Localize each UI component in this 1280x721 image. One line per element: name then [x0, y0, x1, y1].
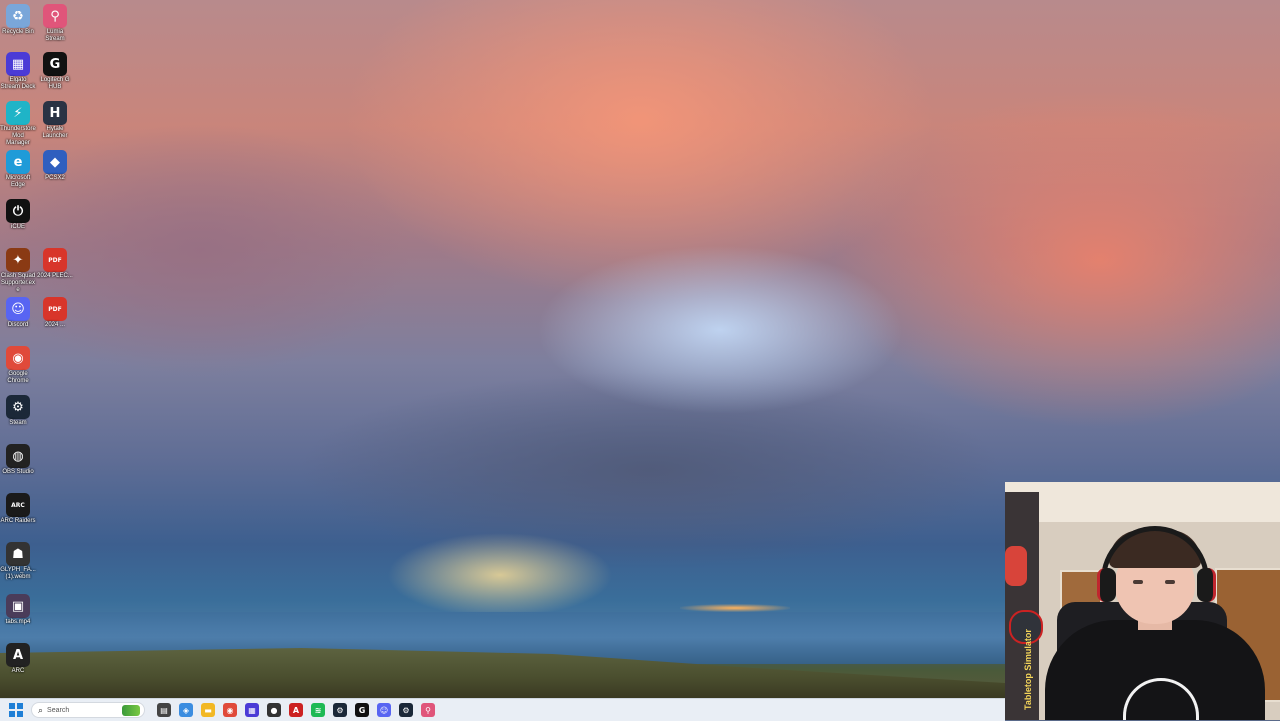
desktop-icon-label: Microsoft Edge [5, 175, 31, 188]
desktop-icon[interactable]: ♻ Recycle Bin [0, 4, 36, 36]
steam-icon[interactable]: ⚙ [399, 703, 413, 717]
steam-icon[interactable]: ⚙ [333, 703, 347, 717]
desktop-icon[interactable]: ⚙ Steam [0, 395, 36, 427]
desktop-icon-label: Logitech G HUB [40, 77, 70, 90]
discord-icon: ☺ [6, 297, 30, 321]
headset-earcup [1097, 568, 1116, 602]
desktop-icon-label: PCSX2 [45, 175, 65, 181]
desktop-icon[interactable]: ◆ PCSX2 [37, 150, 73, 182]
headset-icon [1101, 526, 1209, 586]
desktop-icon[interactable]: ☗ GLYPH_FA... (1).webm [0, 542, 36, 581]
webcam-figure [1005, 546, 1027, 586]
desktop-icon-label: Thunderstore Mod Manager [0, 126, 36, 146]
discord-icon[interactable]: ☺ [377, 703, 391, 717]
desktop-icon-label: 2024 PLEC... [37, 273, 73, 279]
desktop-icon-label: 2024 ... [44, 322, 65, 328]
logitech-g-icon[interactable]: G [355, 703, 369, 717]
desktop-icon-label: Hytale Launcher [42, 126, 68, 139]
desktop-icon[interactable]: ◍ OBS Studio [0, 444, 36, 476]
map-pin-icon[interactable]: ⚲ [421, 703, 435, 717]
recycle-bin-icon: ♻ [6, 4, 30, 28]
pdf-file-icon: PDF [43, 297, 67, 321]
desktop-icon[interactable]: PDF 2024 PLEC... [37, 248, 73, 280]
desktop-icon-label: ARC [11, 668, 25, 674]
desktop-icon[interactable]: ⏻ iCUE [0, 199, 36, 231]
desktop-icon-label: GLYPH_FA... (1).webm [0, 567, 36, 580]
desktop-icon-label: tabs.mp4 [5, 619, 31, 625]
desktop-icon[interactable]: ▣ tabs.mp4 [0, 594, 36, 626]
desktop-icon-label: Elgato Stream Deck [0, 77, 36, 90]
desktop-icon[interactable]: ⚡ Thunderstore Mod Manager [0, 101, 36, 147]
desktop-icon-label: ARC Raiders [0, 518, 36, 524]
file-explorer-icon[interactable]: ▬ [201, 703, 215, 717]
game-logo-icon: ✦ [6, 248, 30, 272]
desktop-icon[interactable]: PDF 2024 ... [37, 297, 73, 329]
video-file-icon: ☗ [6, 542, 30, 566]
desktop-icon-label: Recycle Bin [2, 29, 34, 35]
desktop-icon[interactable]: ⚲ Lumia Stream [37, 4, 73, 43]
copilot-icon[interactable]: ◈ [179, 703, 193, 717]
steam-icon: ⚙ [6, 395, 30, 419]
spotify-icon[interactable]: ≋ [311, 703, 325, 717]
arc-font-icon: A [6, 643, 30, 667]
webcam-shelf-text: Tabletop Simulator [1023, 629, 1033, 710]
desktop-icon-label: Discord [7, 322, 29, 328]
desktop-icon-label: iCUE [10, 224, 25, 230]
icue-icon: ⏻ [6, 199, 30, 223]
map-pin-icon: ⚲ [43, 4, 67, 28]
adobe-icon[interactable]: A [289, 703, 303, 717]
stream-deck-icon[interactable]: ▦ [245, 703, 259, 717]
desktop-icon-label: Steam [9, 420, 27, 426]
desktop-icon[interactable]: A ARC [0, 643, 36, 675]
desktop-icon[interactable]: ◉ Google Chrome [0, 346, 36, 385]
webcam-ceiling [1005, 482, 1280, 522]
pdf-file-icon: PDF [43, 248, 67, 272]
file-manager-icon[interactable]: ▤ [157, 703, 171, 717]
webcam-overlay: Tabletop Simulator [1005, 482, 1280, 720]
search-placeholder: Search [47, 706, 70, 714]
desktop-icon[interactable]: G Logitech G HUB [37, 52, 73, 91]
desktop-icon[interactable]: ▦ Elgato Stream Deck [0, 52, 36, 91]
desktop-icon-label: Clash Squad Supporter.exe [0, 273, 36, 293]
chrome-icon[interactable]: ◉ [223, 703, 237, 717]
taskbar: ⌕ Search ▤ ◈ ▬ ◉ ▦ ● A ≋ ⚙ G ☺ ⚙ ⚲ [0, 698, 1005, 721]
desktop-icon[interactable]: H Hytale Launcher [37, 101, 73, 140]
edge-icon: e [6, 150, 30, 174]
chrome-icon: ◉ [6, 346, 30, 370]
video-file-icon: ▣ [6, 594, 30, 618]
desktop-icon[interactable]: e Microsoft Edge [0, 150, 36, 189]
logitech-g-icon: G [43, 52, 67, 76]
desktop-icon[interactable]: ARC ARC Raiders [0, 493, 36, 525]
taskbar-search-box[interactable]: ⌕ Search [31, 702, 145, 718]
obs-icon: ◍ [6, 444, 30, 468]
arc-raiders-icon: ARC [6, 493, 30, 517]
headset-earcup [1197, 568, 1216, 602]
desktop-icon[interactable]: ✦ Clash Squad Supporter.exe [0, 248, 36, 294]
app-icon[interactable]: ● [267, 703, 281, 717]
wallpaper-horizon-glow [680, 604, 790, 612]
desktop-icon-label: Google Chrome [7, 371, 29, 384]
search-highlight-icon [122, 705, 140, 716]
windows-start-icon[interactable] [9, 703, 23, 717]
taskbar-app-list: ▤ ◈ ▬ ◉ ▦ ● A ≋ ⚙ G ☺ ⚙ ⚲ [153, 703, 439, 717]
hytale-icon: H [43, 101, 67, 125]
desktop-icon-label: Lumia Stream [45, 29, 65, 42]
desktop-icon[interactable]: ☺ Discord [0, 297, 36, 329]
stream-deck-icon: ▦ [6, 52, 30, 76]
search-icon: ⌕ [38, 704, 44, 715]
thunderstore-icon: ⚡ [6, 101, 30, 125]
pcsx2-icon: ◆ [43, 150, 67, 174]
desktop-icon-label: OBS Studio [2, 469, 34, 475]
